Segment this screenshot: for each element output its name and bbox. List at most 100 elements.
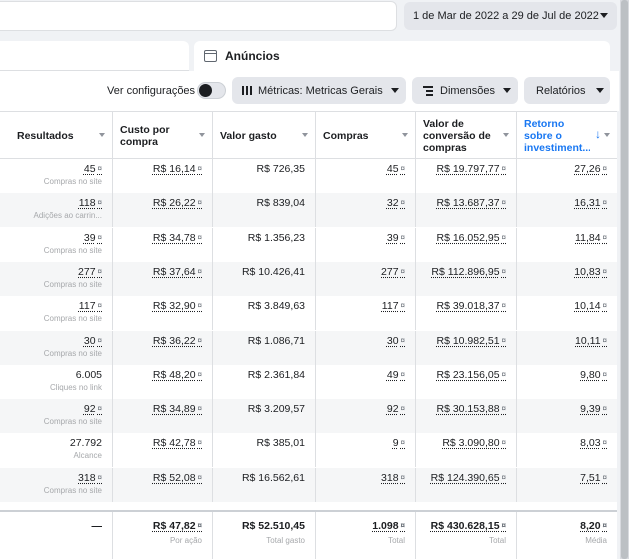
info-icon: ¤	[400, 301, 405, 311]
reports-dropdown[interactable]: Relatórios	[524, 77, 610, 104]
info-icon: ¤	[602, 335, 607, 345]
total-cost-value: R$ 47,82	[152, 520, 196, 532]
toggle-knob	[199, 84, 212, 97]
result-type-label: Alcance	[73, 451, 102, 461]
table-row[interactable]: 318 ¤ Compras no site R$ 52,08 ¤ R$ 16.562,61…	[0, 467, 617, 502]
column-header-conversion-value[interactable]: Valor de conversão de compras	[416, 112, 517, 159]
search-bar[interactable]	[0, 1, 397, 31]
cost-per-purchase-cell: R$ 34,89 ¤	[113, 399, 213, 434]
ads-tab[interactable]: Anúncios	[194, 41, 610, 71]
info-icon: ¤	[602, 404, 607, 414]
info-icon: ¤	[501, 369, 506, 379]
info-icon: ¤	[400, 335, 405, 345]
table-row[interactable]: 45 ¤ Compras no site R$ 16,14 ¤ R$ 726,35 45 ¤ R…	[0, 159, 617, 193]
results-value: 277	[78, 265, 96, 278]
info-icon: ¤	[97, 164, 102, 173]
table-row[interactable]: 117 ¤ Compras no site R$ 32,90 ¤ R$ 3.849,63 1…	[0, 296, 617, 331]
results-cell: 30 ¤ Compras no site	[0, 330, 113, 365]
table-row[interactable]: 6.005 Cliques no link R$ 48,20 ¤ R$ 2.361,84…	[0, 364, 617, 399]
results-cell: 277 ¤ Compras no site	[0, 261, 113, 296]
date-range-picker[interactable]: 1 de Mar de 2022 a 29 de Jul de 2022	[404, 2, 617, 30]
conversion-value-value: R$ 23.156,05	[436, 368, 500, 381]
sort-caret-icon	[402, 133, 408, 137]
info-icon: ¤	[602, 301, 607, 311]
table-row[interactable]: 92 ¤ Compras no site R$ 34,89 ¤ R$ 3.209,57 92…	[0, 399, 617, 434]
results-value: 30	[83, 334, 96, 347]
column-header-amount-spent[interactable]: Valor gasto	[213, 112, 316, 159]
info-icon: ¤	[97, 232, 102, 242]
roas-cell: 10,83 ¤	[517, 262, 617, 296]
purchases-value: 117	[381, 300, 399, 313]
view-settings-toggle[interactable]	[197, 82, 226, 99]
purchases-cell: 318 ¤	[316, 467, 416, 502]
column-header-roas[interactable]: Retorno sobre o investiment... ↓	[517, 112, 617, 159]
conversion-value-cell: R$ 112.896,95 ¤	[416, 261, 517, 296]
result-type-label: Cliques no link	[49, 382, 102, 392]
dimensions-dropdown[interactable]: Dimensões	[412, 77, 518, 104]
table-row[interactable]: 39 ¤ Compras no site R$ 34,78 ¤ R$ 1.356,23 39…	[0, 227, 617, 262]
conversion-value-cell: R$ 3.090,80 ¤	[416, 433, 517, 468]
amount-spent-cell: R$ 2.361,84	[213, 364, 316, 399]
chevron-down-icon	[600, 13, 608, 18]
info-icon: ¤	[197, 164, 202, 173]
roas-cell: 16,31 ¤	[517, 193, 617, 227]
sort-caret-icon	[302, 133, 308, 137]
purchases-value: 49	[386, 368, 399, 381]
results-cell: 27.792 Alcance	[0, 433, 113, 468]
info-icon: ¤	[501, 301, 506, 311]
table-header: Resultados Custo por compra Valor gasto …	[0, 112, 617, 159]
metrics-dropdown[interactable]: Métricas: Metricas Gerais	[232, 77, 406, 104]
cost-per-purchase-value: R$ 26,22	[152, 197, 196, 210]
info-icon: ¤	[501, 472, 506, 482]
info-icon: ¤	[501, 335, 506, 345]
roas-value: 27,26	[574, 163, 601, 175]
scrollbar-thumb[interactable]	[621, 0, 628, 559]
results-cell: 6.005 Cliques no link	[0, 364, 113, 399]
total-spent-cell: R$ 52.510,45 Total gasto	[213, 512, 316, 559]
column-header-purchases[interactable]: Compras	[316, 112, 416, 159]
breakdown-icon	[423, 85, 433, 96]
result-type-label: Compras no site	[43, 279, 102, 289]
info-icon: ¤	[400, 198, 405, 208]
roas-cell: 10,11 ¤	[517, 331, 617, 365]
amount-spent-value: R$ 1.356,23	[247, 231, 305, 244]
table-row[interactable]: 27.792 Alcance R$ 42,78 ¤ R$ 385,01 9 ¤ R$ 3.09…	[0, 433, 617, 468]
purchases-value: 92	[386, 403, 399, 416]
total-results-cell: —	[0, 512, 113, 559]
total-purchases-value: 1.098	[372, 520, 399, 532]
table-row[interactable]: 118 ¤ Adições ao carrin... R$ 26,22 ¤ R$ 839,…	[0, 193, 617, 228]
sort-caret-icon	[604, 133, 610, 137]
info-icon: ¤	[400, 266, 405, 276]
totals-row: — R$ 47,82 ¤ Por ação R$ 52.510,45 Total ga…	[0, 510, 617, 559]
sort-caret-icon	[503, 133, 509, 137]
conversion-value-value: R$ 39.018,37	[436, 300, 500, 313]
info-icon: ¤	[602, 266, 607, 276]
info-icon: ¤	[97, 266, 102, 276]
column-header-cost-per-purchase[interactable]: Custo por compra	[113, 112, 213, 159]
purchases-value: 9	[392, 437, 399, 450]
amount-spent-cell: R$ 385,01	[213, 433, 316, 468]
info-icon: ¤	[501, 164, 506, 173]
page-scrollbar[interactable]	[620, 0, 629, 559]
purchases-cell: 117 ¤	[316, 296, 416, 331]
result-type-label: Compras no site	[43, 485, 102, 495]
column-header-results[interactable]: Resultados	[0, 112, 113, 159]
table-row[interactable]: 30 ¤ Compras no site R$ 36,22 ¤ R$ 1.086,71 30…	[0, 330, 617, 365]
roas-value: 7,51	[580, 471, 601, 484]
conversion-value-cell: R$ 10.982,51 ¤	[416, 330, 517, 365]
sort-descending-arrow-icon: ↓	[595, 127, 601, 141]
amount-spent-cell: R$ 726,35	[213, 159, 316, 193]
cost-per-purchase-cell: R$ 34,78 ¤	[113, 227, 213, 262]
purchases-value: 45	[386, 163, 399, 175]
purchases-cell: 277 ¤	[316, 261, 416, 296]
cost-per-purchase-value: R$ 36,22	[152, 334, 196, 347]
purchases-value: 39	[386, 231, 399, 244]
roas-value: 9,80	[580, 368, 601, 381]
table-row[interactable]: 277 ¤ Compras no site R$ 37,64 ¤ R$ 10.426,41…	[0, 261, 617, 296]
result-type-label: Compras no site	[43, 417, 102, 427]
conversion-value-value: R$ 124.390,65	[430, 471, 500, 484]
results-value: 92	[83, 403, 96, 416]
amount-spent-cell: R$ 3.849,63	[213, 296, 316, 331]
purchases-cell: 32 ¤	[316, 193, 416, 228]
info-icon: ¤	[501, 521, 506, 530]
